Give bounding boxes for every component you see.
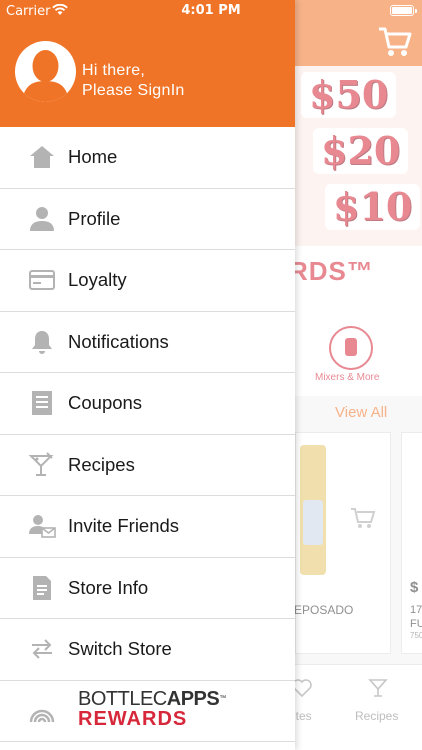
menu-item-label: Profile	[68, 207, 121, 229]
menu-item-profile[interactable]: Profile	[0, 189, 295, 250]
menu-item-label: Invite Friends	[68, 515, 180, 537]
menu-item-notifications[interactable]: Notifications	[0, 312, 295, 373]
status-time: 4:01 PM	[181, 3, 241, 18]
menu-item-recipes[interactable]: Recipes	[0, 435, 295, 496]
side-drawer: Hi there, Please SignIn Home Profile Loy…	[0, 0, 295, 750]
brand-footer: BOTTLECAPPS™ REWARDS	[0, 680, 295, 740]
divider	[0, 741, 295, 750]
menu-item-coupons[interactable]: Coupons	[0, 373, 295, 435]
menu-item-label: Home	[68, 146, 118, 168]
menu-item-invite-friends[interactable]: Invite Friends	[0, 496, 295, 558]
person-icon	[28, 205, 56, 233]
brand-rewards: REWARDS	[78, 708, 188, 730]
sign-in-prompt: Please SignIn	[82, 82, 185, 99]
invite-icon	[28, 512, 56, 540]
menu-item-label: Switch Store	[68, 638, 172, 660]
greeting[interactable]: Hi there, Please SignIn	[82, 61, 185, 101]
dim-overlay[interactable]	[295, 0, 422, 750]
person-silhouette-icon	[22, 50, 69, 102]
switch-arrows-icon	[28, 635, 56, 663]
menu-item-store-info[interactable]: Store Info	[0, 558, 295, 619]
menu-item-label: Notifications	[68, 330, 169, 352]
bell-icon	[28, 328, 56, 356]
coupon-icon	[28, 389, 56, 417]
menu-item-label: Recipes	[68, 453, 135, 475]
menu-item-label: Store Info	[68, 576, 149, 598]
drawer-menu: Home Profile Loyalty Notifications Coupo…	[0, 127, 295, 681]
card-icon	[28, 266, 56, 294]
menu-item-label: Coupons	[68, 392, 143, 414]
menu-item-home[interactable]: Home	[0, 127, 295, 189]
battery-icon	[390, 5, 417, 16]
menu-item-label: Loyalty	[68, 269, 127, 291]
status-bar: Carrier 4:01 PM	[0, 0, 422, 22]
menu-item-switch-store[interactable]: Switch Store	[0, 619, 295, 681]
home-icon	[28, 143, 56, 171]
brand-name: BOTTLECAPPS™	[78, 688, 226, 710]
cocktail-icon	[28, 451, 56, 479]
greeting-line: Hi there,	[82, 62, 146, 79]
menu-item-loyalty[interactable]: Loyalty	[0, 250, 295, 312]
avatar[interactable]	[15, 41, 76, 102]
document-icon	[28, 574, 56, 602]
bottlecapps-logo-icon	[28, 696, 56, 724]
